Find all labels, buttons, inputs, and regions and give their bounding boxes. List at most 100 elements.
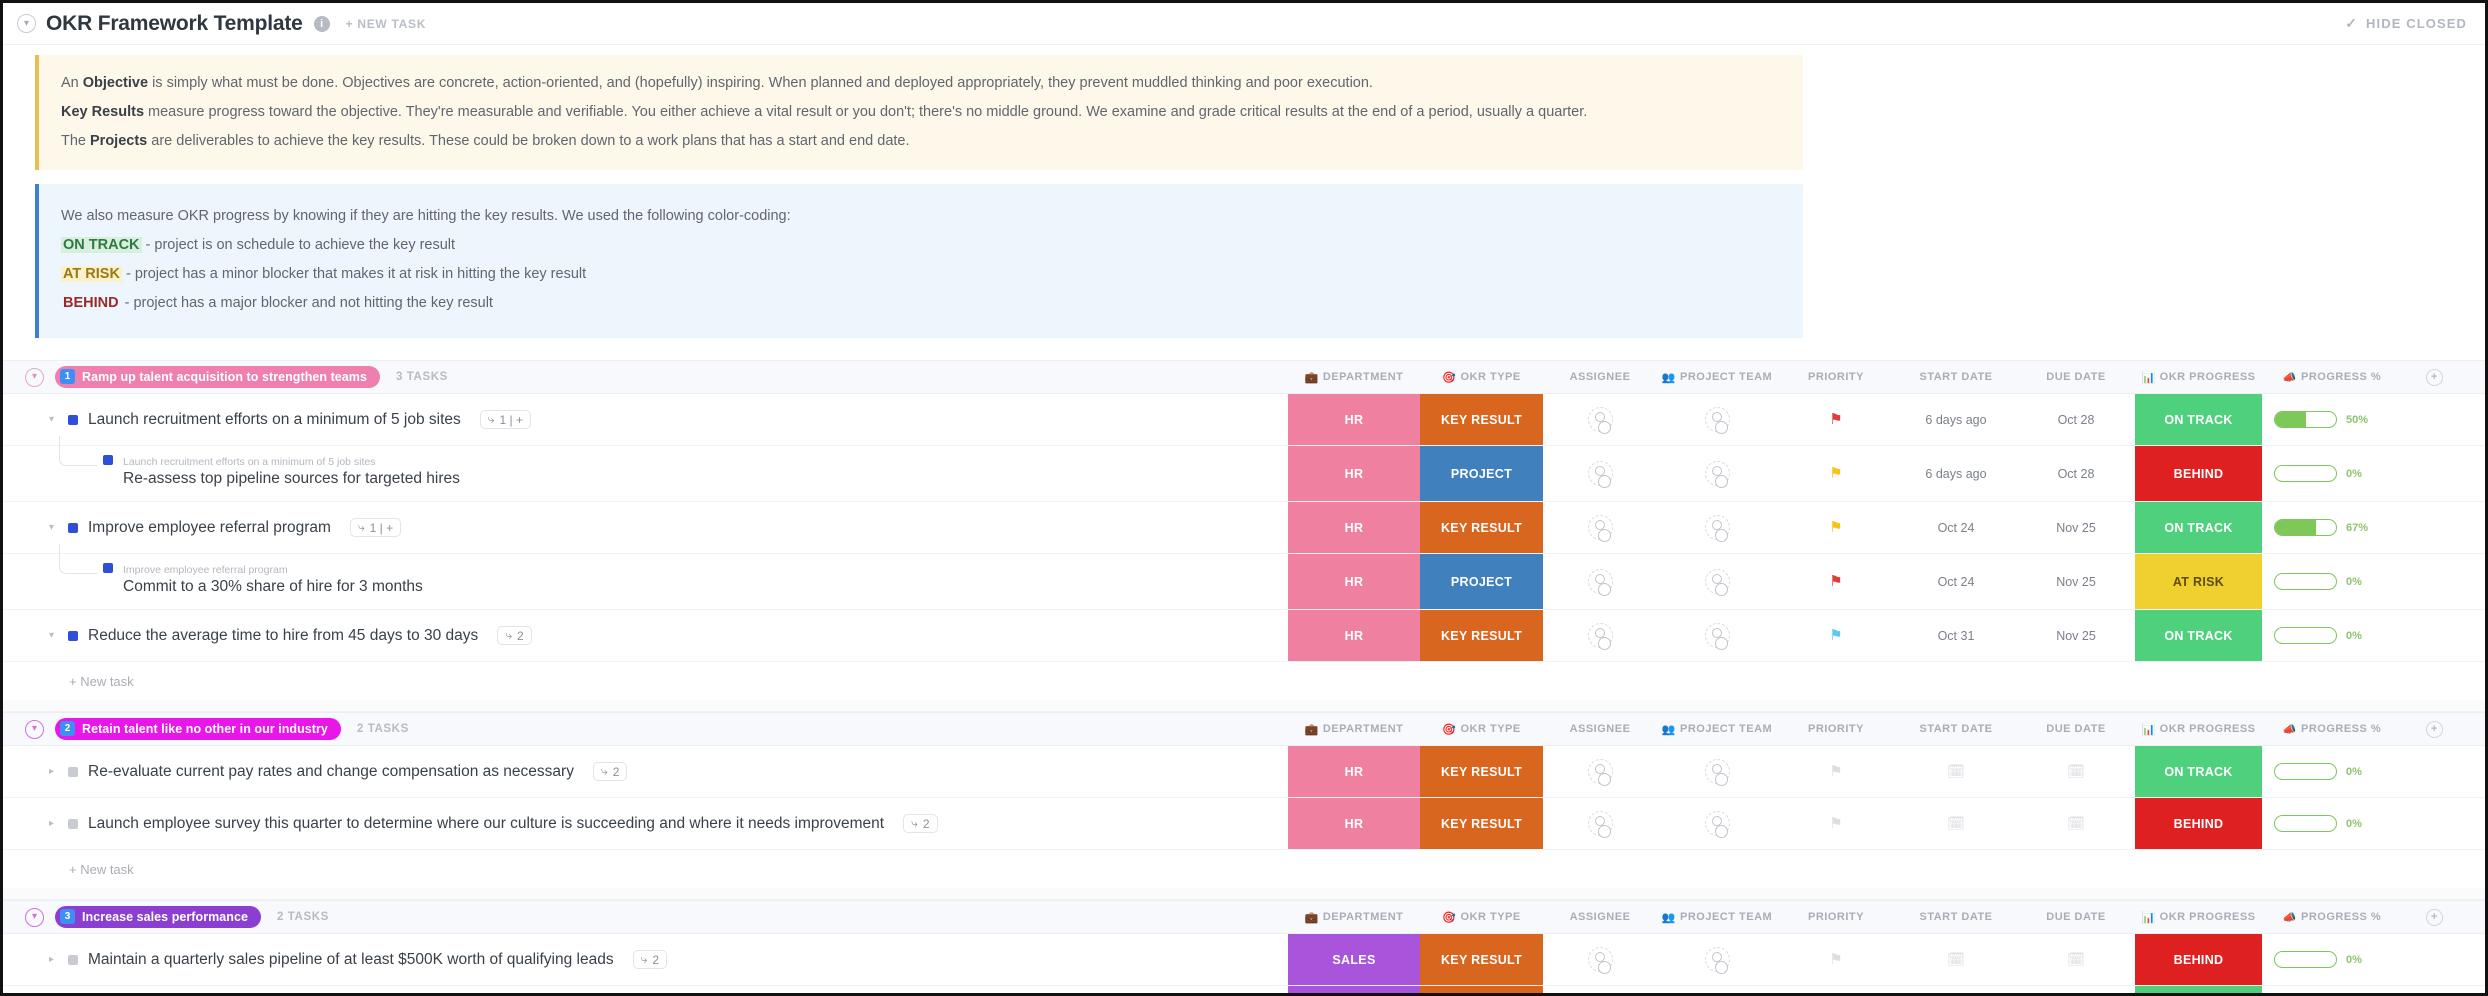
add-new-task-link[interactable]: + New task (3, 850, 2485, 888)
progress-percent-cell[interactable]: 0% (2262, 986, 2402, 996)
project-team-avatar-placeholder-icon[interactable] (1705, 811, 1730, 836)
okr-progress-cell[interactable]: ON TRACK (2135, 610, 2262, 661)
okr-type-cell[interactable]: KEY RESULT (1420, 986, 1543, 996)
table-row[interactable]: ▸ Boost conversion rate from 22% to 27%⤷… (3, 986, 2485, 996)
add-new-task-link[interactable]: + New task (3, 662, 2485, 700)
assignee-avatar-placeholder-icon[interactable] (1588, 759, 1613, 784)
group-collapse-icon[interactable]: ▾ (25, 720, 44, 739)
priority-flag-empty[interactable]: ⚑ (1829, 952, 1842, 967)
task-status-square[interactable] (68, 819, 78, 829)
department-cell[interactable]: HR (1288, 746, 1420, 797)
priority-cell[interactable]: ⚑ (1777, 446, 1895, 501)
priority-flag-red[interactable]: ⚑ (1829, 574, 1842, 589)
assignee-cell[interactable] (1543, 934, 1657, 985)
task-status-square[interactable] (68, 523, 78, 533)
task-status-square[interactable] (103, 455, 113, 465)
assignee-avatar-placeholder-icon[interactable] (1588, 811, 1613, 836)
task-title[interactable]: Re-evaluate current pay rates and change… (88, 763, 574, 781)
task-title[interactable]: Launch employee survey this quarter to d… (88, 815, 884, 833)
group-title-pill[interactable]: 1 Ramp up talent acquisition to strength… (55, 366, 380, 388)
start-date-value[interactable]: Oct 24 (1938, 521, 1975, 535)
progress-percent-cell[interactable]: 0% (2262, 746, 2402, 797)
assignee-cell[interactable] (1543, 502, 1657, 553)
project-team-avatar-placeholder-icon[interactable] (1705, 461, 1730, 486)
department-cell[interactable]: HR (1288, 610, 1420, 661)
project-team-avatar-placeholder-icon[interactable] (1705, 759, 1730, 784)
start-date-value[interactable]: Oct 31 (1938, 629, 1975, 643)
okr-type-cell[interactable]: KEY RESULT (1420, 394, 1543, 445)
okr-type-cell[interactable]: PROJECT (1420, 554, 1543, 609)
expand-arrow-icon[interactable]: ▸ (49, 954, 58, 965)
column-header-progress--[interactable]: 📣PROGRESS % (2262, 371, 2402, 384)
project-team-avatar-placeholder-icon[interactable] (1705, 515, 1730, 540)
column-header-okr-progress[interactable]: 📊OKR PROGRESS (2135, 723, 2262, 736)
column-header-priority[interactable]: PRIORITY (1777, 911, 1895, 923)
task-title[interactable]: Reduce the average time to hire from 45 … (88, 627, 478, 645)
expand-arrow-icon[interactable]: ▾ (49, 414, 58, 425)
table-row[interactable]: Launch recruitment efforts on a minimum … (3, 446, 2485, 502)
okr-progress-cell[interactable]: BEHIND (2135, 798, 2262, 849)
department-cell[interactable]: HR (1288, 554, 1420, 609)
task-name-cell[interactable]: ▾ Improve employee referral program⤷1 | … (3, 502, 1288, 553)
due-date-calendar-icon[interactable]: 🗓 (2067, 815, 2085, 832)
table-row[interactable]: ▾ Launch recruitment efforts on a minimu… (3, 394, 2485, 446)
priority-flag-yellow[interactable]: ⚑ (1829, 466, 1842, 481)
priority-cell[interactable]: ⚑ (1777, 798, 1895, 849)
column-header-project-team[interactable]: 👥PROJECT TEAM (1657, 723, 1777, 736)
priority-flag-empty[interactable]: ⚑ (1829, 764, 1842, 779)
progress-percent-cell[interactable]: 0% (2262, 446, 2402, 501)
priority-cell[interactable]: ⚑ (1777, 934, 1895, 985)
okr-progress-cell[interactable]: ON TRACK (2135, 502, 2262, 553)
task-title[interactable]: Commit to a 30% share of hire for 3 mont… (123, 577, 423, 597)
task-name-cell[interactable]: ▸ Boost conversion rate from 22% to 27%⤷… (3, 986, 1288, 996)
okr-type-cell[interactable]: PROJECT (1420, 446, 1543, 501)
project-team-cell[interactable] (1657, 746, 1777, 797)
expand-arrow-icon[interactable]: ▾ (49, 522, 58, 533)
priority-flag-red[interactable]: ⚑ (1829, 412, 1842, 427)
due-date-value[interactable]: Nov 25 (2056, 521, 2096, 535)
start-date-value[interactable]: 6 days ago (1925, 467, 1986, 481)
assignee-avatar-placeholder-icon[interactable] (1588, 407, 1613, 432)
start-date-cell[interactable]: 🗓 (1895, 798, 2017, 849)
priority-cell[interactable]: ⚑ (1777, 746, 1895, 797)
due-date-value[interactable]: Nov 25 (2056, 575, 2096, 589)
project-team-avatar-placeholder-icon[interactable] (1705, 569, 1730, 594)
column-header-department[interactable]: 💼DEPARTMENT (1288, 723, 1420, 736)
progress-bar[interactable] (2274, 951, 2337, 968)
expand-arrow-icon[interactable]: ▸ (49, 818, 58, 829)
okr-type-cell[interactable]: KEY RESULT (1420, 798, 1543, 849)
project-team-cell[interactable] (1657, 934, 1777, 985)
priority-cell[interactable]: ⚑ (1777, 554, 1895, 609)
start-date-calendar-icon[interactable]: 🗓 (1947, 951, 1965, 968)
task-title[interactable]: Launch recruitment efforts on a minimum … (88, 411, 461, 429)
project-team-cell[interactable] (1657, 446, 1777, 501)
start-date-cell[interactable]: 6 days ago (1895, 394, 2017, 445)
due-date-cell[interactable]: Oct 28 (2017, 394, 2135, 445)
group-title-pill[interactable]: 3 Increase sales performance (55, 906, 261, 928)
okr-progress-cell[interactable]: AT RISK (2135, 554, 2262, 609)
start-date-cell[interactable]: 🗓 (1895, 986, 2017, 996)
assignee-cell[interactable] (1543, 986, 1657, 996)
progress-bar[interactable] (2274, 627, 2337, 644)
priority-flag-empty[interactable]: ⚑ (1829, 816, 1842, 831)
progress-bar[interactable] (2274, 815, 2337, 832)
assignee-avatar-placeholder-icon[interactable] (1588, 515, 1613, 540)
task-name-cell[interactable]: ▾ Launch recruitment efforts on a minimu… (3, 394, 1288, 445)
department-cell[interactable]: SALES (1288, 986, 1420, 996)
assignee-avatar-placeholder-icon[interactable] (1588, 947, 1613, 972)
column-header-okr-type[interactable]: 🎯OKR TYPE (1420, 723, 1543, 736)
column-header-project-team[interactable]: 👥PROJECT TEAM (1657, 371, 1777, 384)
start-date-cell[interactable]: Oct 31 (1895, 610, 2017, 661)
okr-type-cell[interactable]: KEY RESULT (1420, 610, 1543, 661)
subtask-count-badge[interactable]: ⤷2 (633, 950, 667, 969)
okr-progress-cell[interactable]: BEHIND (2135, 934, 2262, 985)
project-team-cell[interactable] (1657, 394, 1777, 445)
okr-progress-cell[interactable]: ON TRACK (2135, 746, 2262, 797)
task-status-square[interactable] (68, 415, 78, 425)
start-date-value[interactable]: Oct 24 (1938, 575, 1975, 589)
start-date-cell[interactable]: Oct 24 (1895, 554, 2017, 609)
progress-percent-cell[interactable]: 0% (2262, 554, 2402, 609)
department-cell[interactable]: SALES (1288, 934, 1420, 985)
column-header-project-team[interactable]: 👥PROJECT TEAM (1657, 911, 1777, 924)
priority-flag-blue[interactable]: ⚑ (1829, 628, 1842, 643)
